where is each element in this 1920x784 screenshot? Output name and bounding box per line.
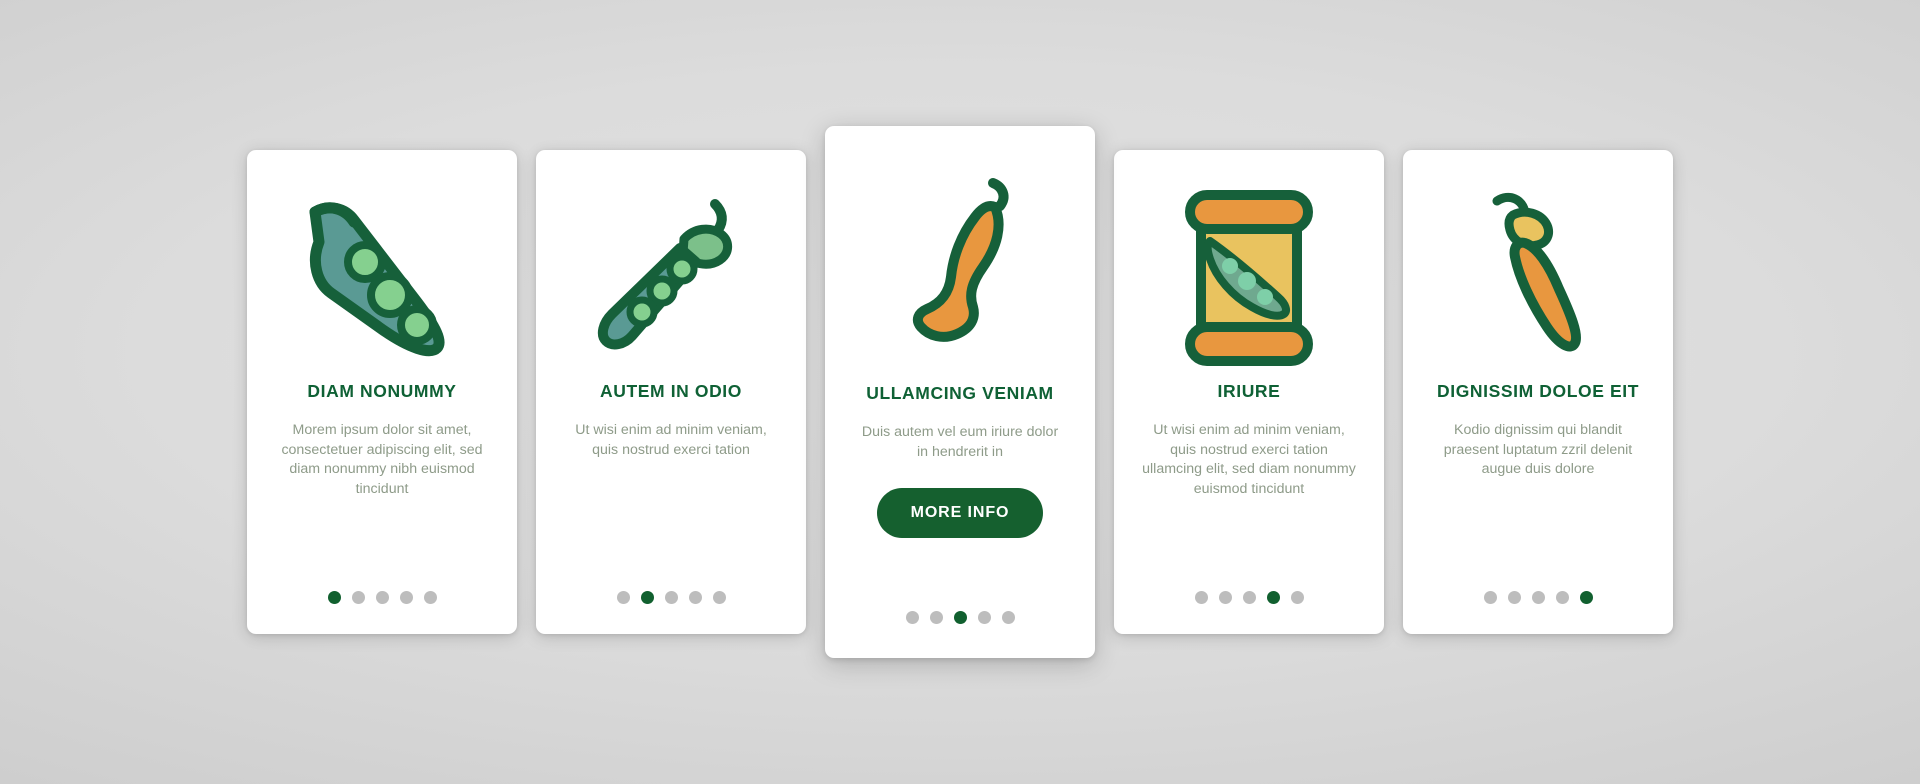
onboarding-card-iriure[interactable]: IRIURE Ut wisi enim ad minim veniam, qui… xyxy=(1114,150,1384,634)
pagination-dot[interactable] xyxy=(1194,591,1208,604)
card-title: IRIURE xyxy=(1217,381,1281,401)
pagination-dot[interactable] xyxy=(688,591,702,604)
pagination-dot[interactable] xyxy=(1507,591,1521,604)
card-body-text: Duis autem vel eum iriure dolor in hendr… xyxy=(861,424,1059,460)
pagination-dot[interactable] xyxy=(640,591,654,604)
card-body-text: Kodio dignissim qui blandit praesent lup… xyxy=(1443,422,1633,478)
pagination-dot[interactable] xyxy=(953,611,967,624)
card-body-text: Ut wisi enim ad minim veniam, quis nostr… xyxy=(1142,422,1356,498)
onboarding-card-ullamcing-veniam[interactable]: ULLAMCING VENIAM Duis autem vel eum iriu… xyxy=(825,126,1095,658)
onboarding-card-dignissim-doloe-eit[interactable]: DIGNISSIM DOLOE EIT Kodio dignissim qui … xyxy=(1403,150,1673,634)
pagination-dots xyxy=(247,591,517,604)
pea-pod-open-icon xyxy=(265,172,499,382)
onboarding-card-diam-nonummy[interactable]: DIAM NONUMMY Morem ipsum dolor sit amet,… xyxy=(247,150,517,634)
pagination-dot[interactable] xyxy=(399,591,413,604)
pagination-dot[interactable] xyxy=(977,611,991,624)
chili-pepper-stem-icon xyxy=(1421,172,1655,382)
pagination-dot[interactable] xyxy=(929,611,943,624)
pea-pod-diagonal-icon xyxy=(554,172,788,382)
onboarding-card-autem-in-odio[interactable]: AUTEM IN ODIO Ut wisi enim ad minim veni… xyxy=(536,150,806,634)
pagination-dot[interactable] xyxy=(1218,591,1232,604)
card-title: AUTEM IN ODIO xyxy=(600,381,742,401)
pagination-dots xyxy=(825,611,1095,624)
card-title: ULLAMCING VENIAM xyxy=(866,383,1054,403)
pagination-dot[interactable] xyxy=(1579,591,1593,604)
pagination-dot[interactable] xyxy=(1242,591,1256,604)
pagination-dot[interactable] xyxy=(1266,591,1280,604)
card-title: DIAM NONUMMY xyxy=(307,381,457,401)
pagination-dot[interactable] xyxy=(905,611,919,624)
pagination-dot[interactable] xyxy=(712,591,726,604)
pagination-dots xyxy=(1114,591,1384,604)
pagination-dot[interactable] xyxy=(327,591,341,604)
pagination-dot[interactable] xyxy=(375,591,389,604)
card-carousel: DIAM NONUMMY Morem ipsum dolor sit amet,… xyxy=(0,0,1920,784)
card-body-text: Morem ipsum dolor sit amet, consectetuer… xyxy=(281,422,483,498)
card-body-text: Ut wisi enim ad minim veniam, quis nostr… xyxy=(575,422,767,458)
pagination-dot[interactable] xyxy=(1001,611,1015,624)
pea-jar-icon xyxy=(1132,172,1366,382)
pagination-dot[interactable] xyxy=(423,591,437,604)
pagination-dot[interactable] xyxy=(351,591,365,604)
pagination-dots xyxy=(536,591,806,604)
more-info-button[interactable]: MORE INFO xyxy=(876,488,1044,539)
pagination-dot[interactable] xyxy=(664,591,678,604)
chili-pepper-orange-icon xyxy=(843,152,1077,384)
onboarding-screens-stage: DIAM NONUMMY Morem ipsum dolor sit amet,… xyxy=(0,0,1920,784)
pagination-dot[interactable] xyxy=(616,591,630,604)
pagination-dot[interactable] xyxy=(1483,591,1497,604)
card-title: DIGNISSIM DOLOE EIT xyxy=(1437,381,1639,401)
pagination-dot[interactable] xyxy=(1290,591,1304,604)
pagination-dot[interactable] xyxy=(1531,591,1545,604)
pagination-dots xyxy=(1403,591,1673,604)
pagination-dot[interactable] xyxy=(1555,591,1569,604)
